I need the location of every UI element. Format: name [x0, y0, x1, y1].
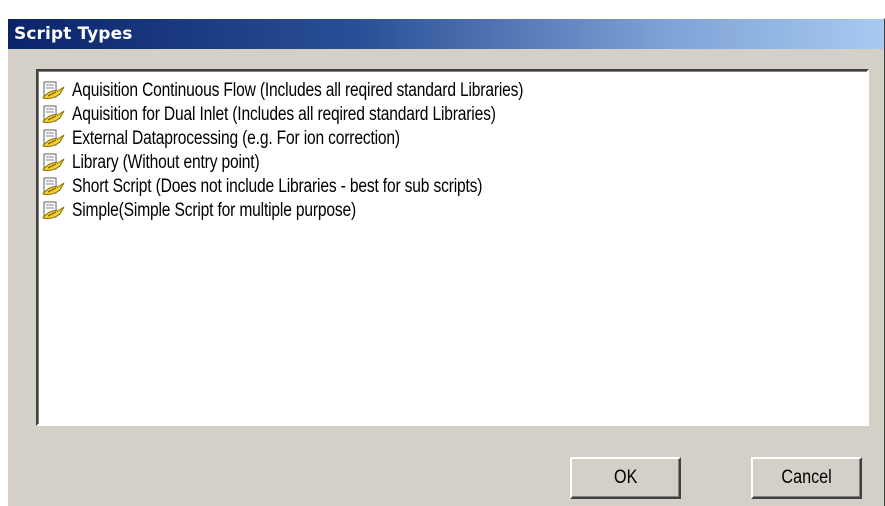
- script-file-icon: [42, 80, 72, 102]
- script-type-list[interactable]: Aquisition Continuous Flow (Includes all…: [36, 69, 869, 426]
- list-item-label: Aquisition for Dual Inlet (Includes all …: [72, 104, 496, 125]
- ok-button-label: OK: [613, 467, 638, 488]
- list-item[interactable]: Aquisition Continuous Flow (Includes all…: [42, 79, 867, 103]
- script-file-icon: [42, 200, 72, 222]
- list-item[interactable]: Short Script (Does not include Libraries…: [42, 175, 867, 199]
- list-item-label: Short Script (Does not include Libraries…: [72, 176, 483, 197]
- list-item[interactable]: Library (Without entry point): [42, 151, 867, 175]
- list-item-label: External Dataprocessing (e.g. For ion co…: [72, 128, 400, 149]
- script-file-icon: [42, 128, 72, 150]
- script-types-dialog: Script Types Aquisition Continuous Flow …: [6, 18, 885, 506]
- list-item[interactable]: Aquisition for Dual Inlet (Includes all …: [42, 103, 867, 127]
- cancel-button-label: Cancel: [781, 467, 832, 488]
- list-item[interactable]: External Dataprocessing (e.g. For ion co…: [42, 127, 867, 151]
- dialog-title: Script Types: [14, 24, 133, 44]
- script-file-icon: [42, 104, 72, 126]
- script-file-icon: [42, 152, 72, 174]
- list-item[interactable]: Simple(Simple Script for multiple purpos…: [42, 199, 867, 223]
- list-item-label: Library (Without entry point): [72, 152, 260, 173]
- cancel-button[interactable]: Cancel: [751, 457, 862, 499]
- list-item-label: Aquisition Continuous Flow (Includes all…: [72, 80, 524, 101]
- title-bar[interactable]: Script Types: [8, 19, 884, 49]
- list-item-label: Simple(Simple Script for multiple purpos…: [72, 200, 357, 221]
- script-file-icon: [42, 176, 72, 198]
- ok-button[interactable]: OK: [570, 457, 681, 499]
